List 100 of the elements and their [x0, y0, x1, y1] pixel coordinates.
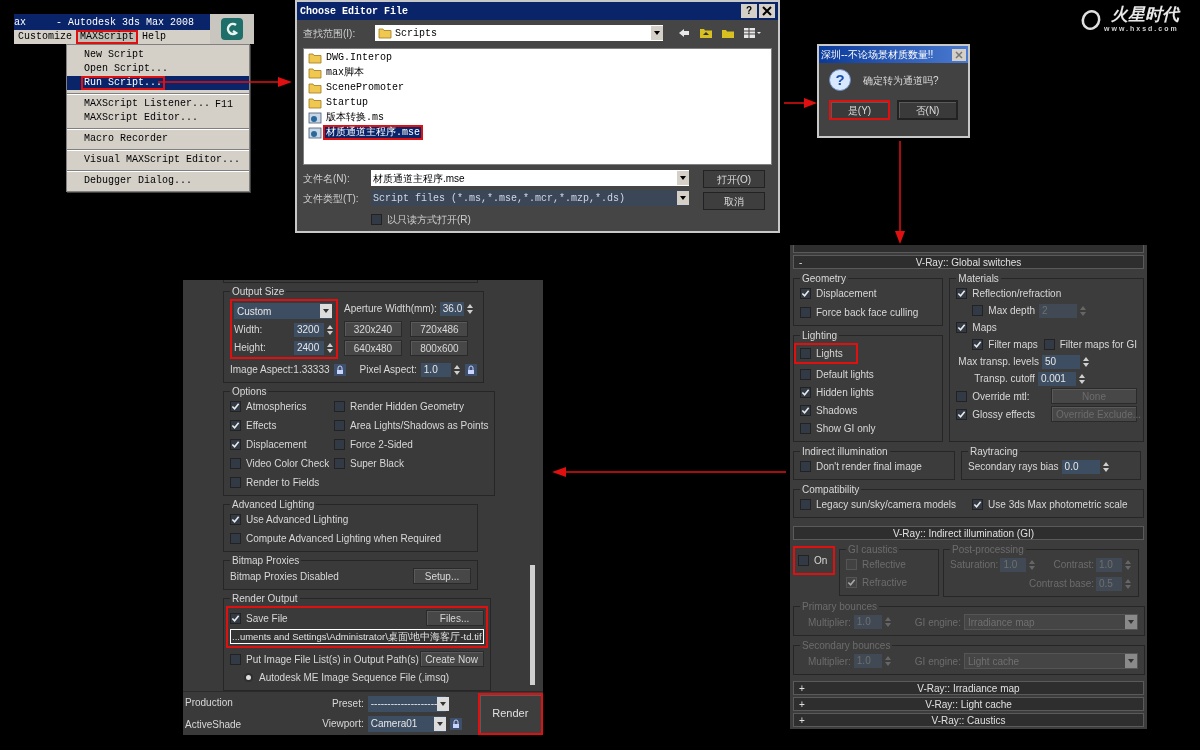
create-now-button[interactable]: Create Now — [419, 651, 484, 667]
checkbox[interactable] — [800, 307, 811, 318]
checkbox[interactable] — [972, 499, 984, 510]
menu-item[interactable]: Run Script... — [67, 76, 249, 90]
number-field[interactable]: 36.0 — [439, 301, 464, 316]
checkbox[interactable] — [972, 339, 984, 350]
menu-bar-item[interactable]: MAXScript — [76, 30, 139, 44]
checkbox[interactable] — [956, 408, 968, 420]
size-preset-button[interactable]: 640x480 — [344, 340, 402, 356]
size-preset-button[interactable]: 800x600 — [410, 340, 469, 356]
mode-label[interactable]: Production — [185, 695, 257, 710]
menu-item[interactable]: MAXScript Listener... F11 — [67, 97, 249, 111]
menu-item[interactable]: Visual MAXScript Editor... — [67, 153, 249, 167]
radio-button[interactable] — [244, 673, 253, 682]
help-button[interactable]: ? — [741, 4, 757, 18]
number-field[interactable]: 2400 — [294, 340, 324, 355]
checkbox[interactable] — [230, 653, 241, 665]
checkbox[interactable] — [230, 514, 241, 525]
checkbox[interactable] — [972, 305, 984, 316]
checkbox[interactable] — [800, 461, 811, 472]
view-menu-icon[interactable] — [743, 27, 761, 39]
menu-item[interactable]: Macro Recorder — [67, 132, 249, 146]
file-item[interactable]: 材质通道主程序.mse — [323, 125, 423, 140]
output-path-field[interactable]: ...uments and Settings\Administrator\桌面\地中海客厅-td.tif — [230, 629, 484, 644]
checkbox[interactable] — [1043, 339, 1055, 350]
number-field[interactable]: 1.0 — [420, 362, 451, 377]
files-button[interactable]: Files... — [425, 610, 484, 626]
size-preset-button[interactable]: 320x240 — [344, 321, 402, 337]
checkbox[interactable] — [800, 288, 811, 299]
menu-bar-item[interactable]: Customize — [14, 30, 76, 44]
file-item[interactable]: max脚本 — [323, 65, 367, 80]
checkbox[interactable] — [334, 401, 345, 412]
rollout-header[interactable]: + V-Ray:: Caustics — [793, 713, 1144, 727]
checkbox[interactable] — [334, 420, 345, 431]
render-preset-dropdown[interactable]: -------------------- — [367, 695, 446, 712]
checkbox[interactable] — [956, 322, 968, 333]
lock-icon[interactable] — [449, 717, 462, 730]
checkbox[interactable] — [798, 555, 809, 566]
look-in-dropdown[interactable]: Scripts — [375, 25, 663, 41]
checkbox[interactable] — [800, 387, 811, 398]
dialog-button[interactable]: 否(N) — [897, 100, 958, 120]
mode-label[interactable]: ActiveShade — [185, 717, 257, 732]
lock-icon[interactable] — [333, 363, 346, 376]
checkbox[interactable] — [230, 458, 241, 469]
preset-dropdown[interactable]: Custom — [234, 303, 332, 319]
size-preset-button[interactable]: 720x486 — [410, 321, 469, 337]
checkbox-label: Put Image File List(s) in Output Path(s) — [246, 652, 419, 667]
field-label: Preset: — [332, 697, 364, 711]
checkbox[interactable] — [800, 423, 811, 434]
file-item[interactable]: ScenePromoter — [323, 80, 407, 95]
menu-item[interactable]: Open Script... — [67, 62, 249, 76]
menu-bar-item[interactable]: Help — [138, 30, 171, 44]
number-field[interactable]: 3200 — [294, 322, 324, 337]
setup-button[interactable]: Setup... — [413, 568, 471, 584]
menu-item[interactable]: MAXScript Editor... — [67, 111, 249, 125]
checkbox[interactable] — [800, 499, 811, 510]
logo-icon — [1080, 9, 1102, 32]
lock-icon[interactable] — [464, 363, 477, 376]
rollout-header[interactable]: + V-Ray:: Irradiance map — [793, 681, 1144, 695]
file-item[interactable]: 版本转换.ms — [323, 110, 387, 125]
menu-item[interactable]: Debugger Dialog... — [67, 174, 249, 188]
group-title: Bitmap Proxies — [231, 554, 301, 568]
checkbox[interactable] — [230, 533, 241, 544]
checkbox[interactable] — [956, 390, 968, 402]
open-button[interactable]: 打开(O) — [703, 170, 765, 188]
checkbox[interactable] — [334, 458, 345, 469]
cancel-button[interactable]: 取消 — [703, 192, 765, 210]
number-field[interactable]: 0.0 — [1061, 459, 1100, 474]
rollout-header[interactable]: + V-Ray:: Light cache — [793, 697, 1144, 711]
dialog-button[interactable]: 是(Y) — [829, 100, 890, 120]
folder-up-icon[interactable] — [699, 27, 713, 39]
checkbox[interactable] — [371, 214, 382, 225]
render-button[interactable]: Render — [477, 692, 543, 735]
filename-field[interactable]: 材质通道主程序.mse — [371, 170, 689, 186]
file-item[interactable]: Startup — [323, 95, 371, 110]
number-field[interactable]: 0.001 — [1037, 371, 1076, 386]
back-arrow-icon[interactable] — [677, 27, 691, 39]
checkbox[interactable] — [230, 439, 241, 450]
rollout-header[interactable]: - V-Ray:: Global switches — [793, 255, 1144, 269]
menu-item[interactable]: New Script — [67, 48, 249, 62]
rollout-header[interactable]: V-Ray:: Indirect illumination (GI) — [793, 526, 1144, 540]
checkbox[interactable] — [230, 477, 241, 488]
checkbox[interactable] — [846, 559, 857, 570]
checkbox[interactable] — [800, 348, 811, 359]
checkbox[interactable] — [230, 401, 241, 412]
file-item[interactable]: DWG.Interop — [323, 50, 395, 65]
number-field[interactable]: 50 — [1041, 354, 1080, 369]
close-icon[interactable] — [759, 4, 775, 18]
filetype-dropdown[interactable]: Script files (*.ms,*.mse,*.mcr,*.mzp,*.ds) — [371, 190, 689, 206]
app-icon[interactable] — [220, 17, 244, 41]
new-folder-icon[interactable] — [721, 27, 735, 39]
checkbox[interactable] — [846, 577, 857, 588]
checkbox[interactable] — [800, 369, 811, 380]
checkbox[interactable] — [800, 405, 811, 416]
checkbox[interactable] — [230, 420, 241, 431]
folder-icon — [308, 66, 322, 79]
viewport-dropdown[interactable]: Camera01 — [367, 715, 446, 732]
checkbox[interactable] — [230, 612, 241, 624]
checkbox[interactable] — [956, 288, 968, 299]
checkbox[interactable] — [334, 439, 345, 450]
